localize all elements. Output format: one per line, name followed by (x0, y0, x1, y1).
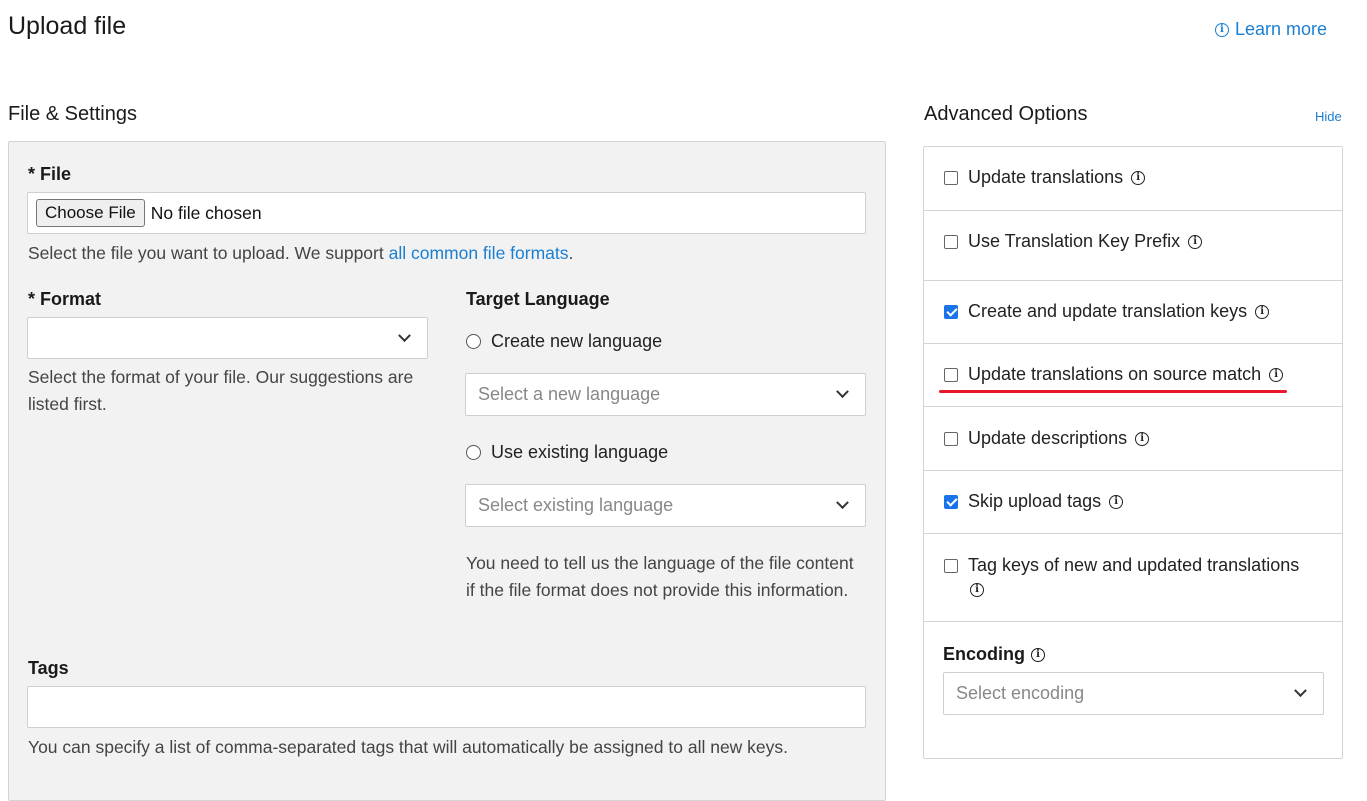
encoding-label: Encoding i (943, 644, 1045, 665)
file-help-suffix: . (568, 243, 574, 263)
option-label: Update translations on source match (968, 364, 1262, 384)
learn-more-link[interactable]: i Learn more (1214, 19, 1327, 40)
hide-advanced-link[interactable]: Hide (1315, 109, 1342, 124)
create-new-language-label: Create new language (491, 331, 663, 351)
create-update-keys-option[interactable]: Create and update translation keys i (944, 301, 1270, 322)
info-icon[interactable]: i (1269, 367, 1284, 382)
tags-input[interactable] (27, 686, 866, 728)
option-label: Use Translation Key Prefix (968, 231, 1181, 251)
option-row: Skip upload tags i (924, 471, 1342, 534)
checkbox-icon (944, 367, 958, 382)
no-file-text: No file chosen (150, 202, 262, 223)
encoding-placeholder: Select encoding (956, 683, 1085, 703)
option-row: Create and update translation keys i (924, 281, 1342, 344)
info-icon: i (1214, 22, 1229, 37)
info-icon[interactable]: i (1109, 494, 1124, 509)
advanced-options-panel: Update translations i Use Translation Ke… (923, 146, 1343, 759)
existing-language-select[interactable]: Select existing language (465, 484, 866, 527)
new-language-select[interactable]: Select a new language (465, 373, 866, 416)
translation-key-prefix-option[interactable]: Use Translation Key Prefix i (944, 231, 1203, 252)
encoding-label-text: Encoding (943, 644, 1025, 664)
use-existing-language-label: Use existing language (491, 442, 669, 462)
info-icon[interactable]: i (1188, 234, 1203, 249)
option-label: Skip upload tags (968, 491, 1102, 511)
checkbox-checked-icon (944, 494, 958, 509)
update-descriptions-option[interactable]: Update descriptions i (944, 428, 1150, 449)
learn-more-label: Learn more (1234, 19, 1327, 39)
existing-language-placeholder: Select existing language (478, 495, 674, 515)
option-row: Update translations i (924, 147, 1342, 211)
format-label: * Format (28, 289, 102, 309)
file-help-prefix: Select the file you want to upload. We s… (28, 243, 389, 263)
info-icon[interactable]: i (1031, 647, 1045, 662)
chevron-down-icon (836, 385, 849, 399)
checkbox-icon (944, 170, 958, 185)
page-title: Upload file (8, 12, 127, 40)
radio-icon (466, 334, 481, 349)
info-icon[interactable]: i (1131, 170, 1146, 185)
info-icon[interactable]: i (970, 583, 984, 597)
skip-upload-tags-option[interactable]: Skip upload tags i (944, 491, 1124, 512)
new-language-placeholder: Select a new language (478, 384, 661, 404)
update-translations-option[interactable]: Update translations i (944, 167, 1146, 188)
choose-file-button[interactable]: Choose File (36, 199, 145, 227)
option-row: Update descriptions i (924, 407, 1342, 471)
option-label: Update translations (968, 167, 1124, 187)
target-language-label: Target Language (466, 289, 610, 309)
option-row: Update translations on source match i (924, 344, 1342, 407)
option-label: Update descriptions (968, 428, 1128, 448)
encoding-select[interactable]: Select encoding (943, 672, 1324, 715)
file-input[interactable]: Choose File No file chosen (27, 192, 866, 234)
file-label: * File (28, 164, 72, 184)
chevron-down-icon (1294, 684, 1307, 698)
radio-icon (466, 445, 481, 460)
option-label: Tag keys of new and updated translations (968, 555, 1300, 575)
highlight-underline (939, 390, 1287, 393)
format-select[interactable] (27, 317, 428, 359)
use-existing-language-radio[interactable]: Use existing language (466, 442, 668, 463)
advanced-options-title: Advanced Options (924, 103, 1088, 125)
tag-keys-option[interactable]: Tag keys of new and updated translations (944, 555, 1299, 576)
checkbox-checked-icon (944, 304, 958, 319)
info-icon[interactable]: i (1255, 304, 1270, 319)
chevron-down-icon (398, 328, 411, 342)
checkbox-icon (944, 558, 958, 573)
update-on-source-match-option[interactable]: Update translations on source match i (944, 364, 1284, 385)
checkbox-icon (944, 234, 958, 249)
tags-label: Tags (28, 658, 69, 678)
file-help-text: Select the file you want to upload. We s… (28, 240, 573, 267)
checkbox-icon (944, 431, 958, 446)
format-help-text: Select the format of your file. Our sugg… (28, 367, 414, 414)
info-icon[interactable]: i (1135, 431, 1150, 446)
file-settings-title: File & Settings (8, 103, 137, 125)
tags-help-text: You can specify a list of comma-separate… (28, 737, 789, 757)
chevron-down-icon (836, 496, 849, 510)
option-row: Use Translation Key Prefix i (924, 211, 1342, 281)
option-label: Create and update translation keys (968, 301, 1248, 321)
option-row: Tag keys of new and updated translations… (924, 534, 1342, 622)
file-formats-link[interactable]: all common file formats (389, 243, 569, 263)
language-help-text: You need to tell us the language of the … (466, 553, 854, 600)
create-new-language-radio[interactable]: Create new language (466, 331, 662, 352)
